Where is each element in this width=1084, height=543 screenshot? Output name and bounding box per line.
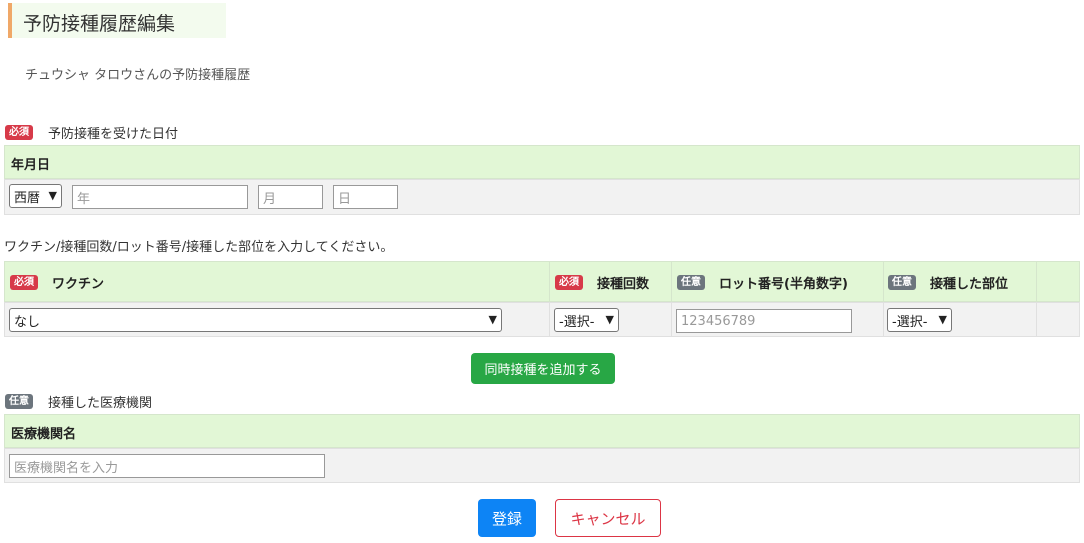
site-column-header: 任意 接種した部位: [888, 262, 1008, 302]
optional-badge: 任意: [5, 394, 33, 409]
vaccine-column-header: 必須 ワクチン: [10, 262, 104, 302]
vaccine-table-header: 必須 ワクチン 必須 接種回数 任意 ロット番号(半角数字) 任意 接種した部位: [4, 261, 1080, 302]
date-header-text: 年月日: [11, 158, 51, 173]
vaccine-select-value: なし: [14, 314, 41, 330]
era-select[interactable]: 西暦 ▼: [9, 184, 62, 208]
optional-badge: 任意: [677, 274, 705, 290]
date-header: 年月日: [4, 145, 1080, 179]
vaccine-instruction: ワクチン/接種回数/ロット番号/接種した部位を入力してください。: [4, 240, 394, 255]
column-divider: [883, 262, 884, 301]
institution-name-placeholder: 医療機関名を入力: [14, 460, 119, 476]
lot-column-label: ロット番号(半角数字): [719, 276, 848, 292]
column-divider: [549, 262, 550, 301]
lot-number-input[interactable]: 123456789: [676, 309, 852, 333]
chevron-down-icon: ▼: [48, 189, 57, 202]
patient-subtitle: チュウシャ タロウさんの予防接種履歴: [25, 68, 251, 83]
day-input[interactable]: 日: [333, 185, 398, 209]
year-input[interactable]: 年: [72, 185, 248, 209]
column-divider: [1036, 303, 1037, 336]
era-select-value: 西暦: [14, 190, 41, 206]
dose-column-header: 必須 接種回数: [555, 262, 649, 302]
day-placeholder: 日: [338, 191, 352, 207]
month-placeholder: 月: [263, 191, 277, 207]
required-badge: 必須: [5, 125, 33, 140]
lot-number-placeholder: 123456789: [681, 313, 756, 329]
institution-name-input[interactable]: 医療機関名を入力: [9, 454, 325, 478]
date-section-label: 必須 予防接種を受けた日付: [5, 123, 178, 142]
institution-header: 医療機関名: [4, 414, 1080, 448]
site-column-label: 接種した部位: [930, 276, 1009, 292]
dose-column-label: 接種回数: [597, 276, 650, 292]
required-badge: 必須: [555, 274, 583, 290]
date-label-text: 予防接種を受けた日付: [48, 127, 179, 142]
required-badge: 必須: [10, 274, 38, 290]
column-divider: [883, 303, 884, 336]
optional-badge: 任意: [888, 274, 916, 290]
add-simultaneous-vaccination-button[interactable]: 同時接種を追加する: [471, 353, 615, 384]
register-button[interactable]: 登録: [478, 499, 536, 537]
vaccine-column-label: ワクチン: [52, 276, 105, 292]
site-select-value: -選択-: [892, 314, 928, 330]
column-divider: [671, 262, 672, 301]
page-title: 予防接種履歴編集: [23, 13, 176, 35]
chevron-down-icon: ▼: [938, 313, 947, 326]
cancel-button[interactable]: キャンセル: [555, 499, 661, 537]
vaccine-select[interactable]: なし ▼: [9, 308, 502, 332]
year-placeholder: 年: [77, 191, 91, 207]
site-select[interactable]: -選択- ▼: [887, 308, 952, 332]
institution-header-text: 医療機関名: [11, 427, 77, 442]
column-divider: [549, 303, 550, 336]
page-title-bar: 予防接種履歴編集: [8, 3, 226, 38]
chevron-down-icon: ▼: [488, 313, 497, 326]
dose-select-value: -選択-: [559, 314, 595, 330]
institution-section-label: 任意 接種した医療機関: [5, 392, 152, 411]
institution-label-text: 接種した医療機関: [48, 396, 153, 411]
column-divider: [1036, 262, 1037, 301]
month-input[interactable]: 月: [258, 185, 323, 209]
lot-column-header: 任意 ロット番号(半角数字): [677, 262, 848, 302]
column-divider: [671, 303, 672, 336]
chevron-down-icon: ▼: [605, 313, 614, 326]
dose-select[interactable]: -選択- ▼: [554, 308, 619, 332]
